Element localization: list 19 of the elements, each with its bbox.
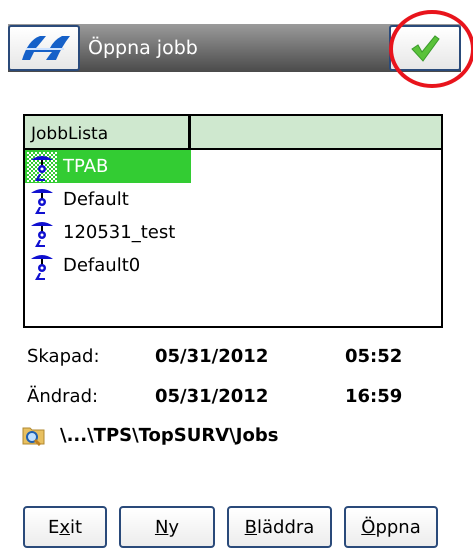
date-value: 05/31/2012: [155, 344, 270, 368]
logo-button[interactable]: [8, 25, 80, 71]
confirm-button[interactable]: [389, 25, 461, 71]
job-icon: [27, 152, 57, 182]
list-item[interactable]: Default0: [25, 249, 191, 282]
checkmark-icon: [410, 34, 440, 62]
dialog-button[interactable]: Öppna: [344, 506, 438, 548]
dialog-button[interactable]: Exit: [23, 506, 107, 548]
time-value: 16:59: [345, 384, 402, 408]
field-label: Ändrad:: [27, 384, 100, 408]
list-item[interactable]: Default: [25, 183, 191, 216]
date-value: 05/31/2012: [155, 384, 270, 408]
dialog-button[interactable]: Bläddra: [227, 506, 332, 548]
field-label: Skapad:: [27, 344, 101, 368]
window-title: Öppna jobb: [88, 36, 198, 61]
list-item[interactable]: 120531_test: [25, 216, 191, 249]
dialog-button[interactable]: Ny: [119, 506, 215, 548]
time-value: 05:52: [345, 344, 402, 368]
folder-path: \...\TPS\TopSURV\Jobs: [60, 424, 278, 448]
